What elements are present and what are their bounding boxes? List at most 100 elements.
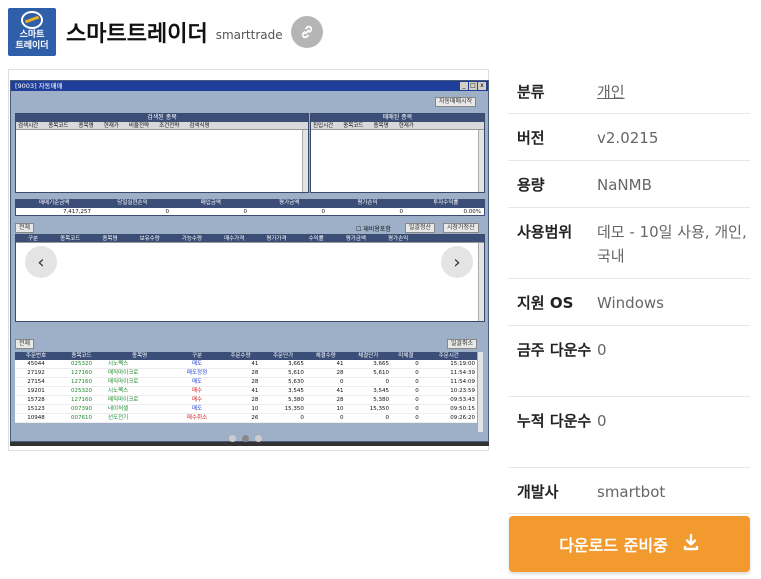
- download-button[interactable]: 다운로드 준비중: [509, 516, 750, 572]
- scrollbar: [477, 352, 483, 432]
- app-logo: 스마트 트레이더: [8, 8, 56, 56]
- col-header: 검색시간: [18, 123, 39, 129]
- order-cell-fqty: 10: [305, 404, 346, 414]
- summary-value: 0: [165, 209, 170, 215]
- summary-header: 매매기준금액 당일실현손익 매입금액 평가금액 평가손익 투자수익률: [15, 199, 485, 207]
- col-header: 평가금액: [345, 236, 366, 242]
- order-cell-code: 127160: [57, 368, 106, 378]
- download-icon: [682, 533, 700, 556]
- holdings-all-button: 전체: [15, 223, 35, 233]
- order-cell-name: 선도전기: [106, 413, 174, 423]
- col-header: 현재가: [398, 123, 414, 129]
- order-cell-time: 15:19:00: [420, 360, 477, 369]
- order-cell-qty: 41: [220, 386, 261, 396]
- col-header: 가능수량: [181, 236, 203, 242]
- order-cell-fprice: 0: [345, 377, 391, 387]
- order-row: 15123 007390 네이처셀 매도 10 15,350 10 15,350 0 09:50:…: [15, 404, 477, 414]
- info-key: 분류: [517, 83, 545, 101]
- order-cell-name: 네이처셀: [106, 404, 174, 414]
- category-link[interactable]: 개인: [597, 80, 750, 113]
- order-cell-qty: 10: [220, 404, 261, 414]
- order-cell-name: 매직마이크로: [106, 395, 174, 405]
- order-row: 27192 127160 매직마이크로 매도정정 28 5,610 28 5,610 0 11:5…: [15, 368, 477, 378]
- info-row: 누적 다운수 0: [508, 397, 750, 468]
- order-cell-qty: 28: [220, 395, 261, 405]
- col-header: 종목코드: [48, 123, 69, 129]
- trade-panel-title: 매매된 종목: [311, 114, 484, 122]
- col-header: 주문번호: [15, 352, 58, 360]
- order-cell-price: 3,665: [260, 360, 306, 369]
- order-cell-code: 127160: [57, 395, 106, 405]
- col-header: 비율전략: [128, 123, 150, 129]
- order-cell-no: 15123: [15, 404, 58, 414]
- info-key: 용량: [517, 176, 545, 194]
- info-value: 0: [597, 412, 607, 430]
- carousel-dot[interactable]: [229, 435, 236, 442]
- window-title: [9003] 자동매매: [15, 82, 63, 90]
- app-info-list: 분류 개인 버전 v2.0215 용량 NaNMB 사용범위 데모 - 10일 사용, 개인,…: [508, 68, 750, 514]
- order-cell-open: 0: [391, 386, 421, 396]
- summary-label: 평가손익: [357, 200, 378, 206]
- order-cell-time: 09:53:43: [420, 395, 477, 405]
- col-header: 보유수량: [139, 236, 160, 242]
- info-row: 용량 NaNMB: [508, 161, 750, 208]
- order-cell-qty: 26: [220, 413, 261, 423]
- holdings-header: 구분 종목코드 종목명 보유수량 가능수량 매수가격 평가가격 수익률 평가금액…: [16, 235, 484, 243]
- col-header: 종목명: [102, 236, 118, 242]
- col-header: 미체결: [391, 352, 421, 360]
- order-cell-fprice: 3,545: [345, 386, 391, 396]
- carousel-dot[interactable]: [255, 435, 262, 442]
- summary-value: 0.00%: [463, 209, 481, 215]
- market-settle-button: 시장가청산: [443, 223, 479, 233]
- col-header: 매수가격: [224, 236, 245, 242]
- orders-all-button: 전체: [15, 339, 35, 349]
- summary-value: 0: [243, 209, 248, 215]
- order-cell-code: 025320: [57, 386, 106, 396]
- order-cell-type: 매도: [173, 377, 221, 387]
- col-header: 종목명: [373, 123, 389, 129]
- carousel-dot[interactable]: [242, 435, 249, 442]
- info-value: Windows: [597, 294, 664, 312]
- col-header: 체결수량: [305, 352, 346, 360]
- carousel-next-button[interactable]: ›: [441, 246, 473, 278]
- search-panel-header: 검색시간 종목코드 종목명 현재가 비율전략 조건전략 검색식명: [16, 122, 308, 130]
- app-title: 스마트트레이더: [66, 22, 208, 47]
- col-header: 진입시간: [313, 123, 334, 129]
- order-cell-fprice: 3,665: [345, 360, 391, 369]
- order-cell-type: 매수: [173, 395, 221, 405]
- chevron-left-icon: ‹: [37, 251, 45, 273]
- order-cell-open: 0: [391, 395, 421, 405]
- link-icon[interactable]: [290, 16, 323, 48]
- carousel-prev-button[interactable]: ‹: [25, 246, 57, 278]
- trade-panel: 매매된 종목 진입시간 종목코드 종목명 현재가: [310, 113, 485, 193]
- info-row: 분류 개인: [508, 68, 750, 114]
- info-value: smartbot: [597, 483, 666, 501]
- trade-panel-header: 진입시간 종목코드 종목명 현재가: [311, 122, 484, 130]
- scrollbar: [478, 130, 484, 192]
- col-header: 평가가격: [266, 236, 287, 242]
- order-cell-price: 0: [260, 413, 306, 423]
- order-cell-price: 3,545: [260, 386, 306, 396]
- minimize-icon: _: [460, 82, 468, 90]
- order-cell-name: 시노펙스: [106, 386, 174, 396]
- order-cell-open: 0: [391, 413, 421, 423]
- scrollbar: [302, 130, 308, 192]
- info-value: v2.0215: [597, 129, 659, 147]
- col-header: 구분: [173, 352, 221, 360]
- trading-window: [9003] 자동매매 _ □ x 자동매매시작 검색된 종목 검색시간 종목코드 …: [10, 80, 489, 442]
- download-label: 다운로드 준비중: [559, 536, 668, 555]
- order-cell-price: 5,610: [260, 368, 306, 378]
- order-cell-time: 09:26:20: [420, 413, 477, 423]
- summary-value: 0: [399, 209, 404, 215]
- order-cell-open: 0: [391, 360, 421, 369]
- summary-value: 7,417,257: [63, 209, 91, 215]
- order-cell-time: 09:50:15: [420, 404, 477, 414]
- info-value: 데모 - 10일 사용, 개인, 국내: [597, 223, 747, 265]
- app-header: 스마트 트레이더 스마트트레이더 smarttrade: [8, 8, 323, 56]
- info-value: NaNMB: [597, 176, 652, 194]
- order-cell-qty: 28: [220, 368, 261, 378]
- order-row: 27154 127160 매직마이크로 매도 28 5,630 0 0 0 11:54:09: [15, 377, 477, 387]
- order-cell-time: 10:23:59: [420, 386, 477, 396]
- order-cell-fqty: 0: [305, 413, 346, 423]
- fee-checkbox: ☐ 재비용포함: [356, 226, 391, 233]
